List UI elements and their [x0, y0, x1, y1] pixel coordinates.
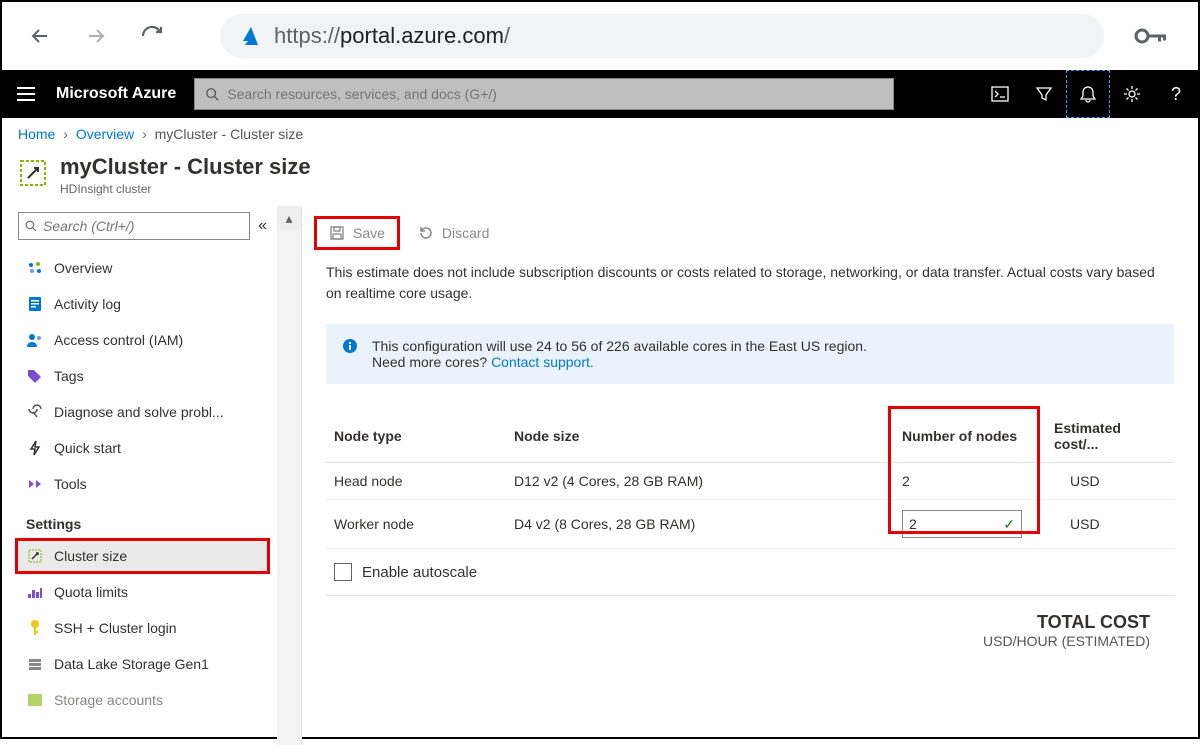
main-content: Save Discard This estimate does not incl…	[302, 206, 1198, 745]
sidebar-search-input[interactable]	[43, 218, 243, 234]
quick-start-icon	[26, 440, 44, 456]
data-lake-icon	[26, 657, 44, 671]
nodes-table: Node type Node size Number of nodes Esti…	[326, 410, 1174, 549]
col-node-size: Node size	[506, 410, 894, 463]
cost-description: This estimate does not include subscript…	[302, 260, 1198, 324]
sidebar-search[interactable]	[18, 212, 250, 240]
back-button[interactable]	[22, 18, 58, 54]
col-node-type: Node type	[326, 410, 506, 463]
sidebar-scrollbar[interactable]: ▴	[277, 206, 301, 745]
activity-log-icon	[26, 296, 44, 312]
resource-icon	[18, 158, 48, 188]
worker-node-count-input[interactable]: 2 ✓	[902, 510, 1022, 538]
notifications-icon[interactable]	[1066, 70, 1110, 118]
total-cost: TOTAL COST USD/HOUR (ESTIMATED)	[302, 612, 1198, 649]
col-num-nodes: Number of nodes	[894, 410, 1034, 463]
forward-button[interactable]	[78, 18, 114, 54]
brand-label: Microsoft Azure	[50, 85, 194, 103]
save-button[interactable]: Save	[314, 216, 400, 250]
autoscale-label: Enable autoscale	[362, 564, 477, 581]
page-subtitle: HDInsight cluster	[60, 182, 311, 196]
table-row: Worker node D4 v2 (8 Cores, 28 GB RAM) 2…	[326, 500, 1174, 549]
crumb-overview[interactable]: Overview	[76, 126, 134, 142]
reload-button[interactable]	[134, 18, 170, 54]
collapse-icon[interactable]: «	[258, 217, 267, 235]
discard-icon	[418, 225, 434, 241]
hamburger-menu[interactable]	[2, 87, 50, 101]
directory-filter-icon[interactable]	[1022, 70, 1066, 118]
tags-icon	[26, 369, 44, 383]
sidebar-item-cluster-size[interactable]: Cluster size	[15, 538, 270, 574]
sidebar-item-diagnose[interactable]: Diagnose and solve probl...	[18, 394, 267, 430]
sidebar-item-quick-start[interactable]: Quick start	[18, 430, 267, 466]
sidebar-item-activity-log[interactable]: Activity log	[18, 286, 267, 322]
sidebar-item-data-lake[interactable]: Data Lake Storage Gen1	[18, 646, 267, 682]
contact-support-link[interactable]: Contact support.	[491, 354, 594, 370]
divider	[326, 595, 1174, 596]
scroll-up-icon[interactable]: ▴	[277, 206, 301, 230]
azure-logo-icon	[238, 24, 262, 48]
sidebar-item-quota-limits[interactable]: Quota limits	[18, 574, 267, 610]
iam-icon	[26, 333, 44, 347]
sidebar: « Overview Activity log Access control (…	[2, 206, 302, 745]
sidebar-item-overview[interactable]: Overview	[18, 250, 267, 286]
sidebar-item-storage-accounts[interactable]: Storage accounts	[18, 682, 267, 718]
col-est-cost: Estimated cost/...	[1034, 410, 1174, 463]
diagnose-icon	[26, 404, 44, 420]
sidebar-item-tags[interactable]: Tags	[18, 358, 267, 394]
top-search[interactable]	[194, 78, 894, 110]
storage-icon	[26, 694, 44, 706]
autoscale-checkbox[interactable]	[334, 563, 352, 581]
save-icon	[329, 225, 345, 241]
discard-button[interactable]: Discard	[406, 219, 501, 247]
info-line2-prefix: Need more cores?	[372, 354, 491, 370]
table-row: Head node D12 v2 (4 Cores, 28 GB RAM) 2 …	[326, 463, 1174, 500]
check-icon: ✓	[1003, 516, 1015, 533]
info-box: This configuration will use 24 to 56 of …	[326, 324, 1174, 384]
crumb-home[interactable]: Home	[18, 126, 55, 142]
azure-top-bar: Microsoft Azure ?	[2, 70, 1198, 118]
cloud-shell-icon[interactable]	[978, 70, 1022, 118]
sidebar-item-tools[interactable]: Tools	[18, 466, 267, 502]
key-icon	[26, 620, 44, 636]
sidebar-item-ssh-login[interactable]: SSH + Cluster login	[18, 610, 267, 646]
command-bar: Save Discard	[302, 206, 1198, 260]
page-title: myCluster - Cluster size	[60, 154, 311, 180]
browser-toolbar: https://portal.azure.com/	[2, 2, 1198, 70]
sidebar-item-access-control[interactable]: Access control (IAM)	[18, 322, 267, 358]
breadcrumb: Home › Overview › myCluster - Cluster si…	[2, 118, 1198, 150]
site-permissions-icon[interactable]	[1124, 26, 1178, 46]
top-search-input[interactable]	[227, 86, 883, 102]
url-text: https://portal.azure.com/	[274, 23, 510, 49]
enable-autoscale-row[interactable]: Enable autoscale	[334, 563, 1166, 581]
crumb-current: myCluster - Cluster size	[155, 126, 304, 142]
page-header: myCluster - Cluster size HDInsight clust…	[2, 150, 1198, 206]
quota-icon	[26, 586, 44, 598]
tools-icon	[26, 478, 44, 490]
info-icon	[342, 338, 360, 370]
help-icon[interactable]: ?	[1154, 70, 1198, 118]
address-bar[interactable]: https://portal.azure.com/	[220, 14, 1104, 58]
cluster-size-icon	[26, 548, 44, 564]
sidebar-section-settings: Settings	[18, 502, 267, 538]
info-line1: This configuration will use 24 to 56 of …	[372, 338, 867, 354]
settings-icon[interactable]	[1110, 70, 1154, 118]
overview-icon	[26, 260, 44, 276]
